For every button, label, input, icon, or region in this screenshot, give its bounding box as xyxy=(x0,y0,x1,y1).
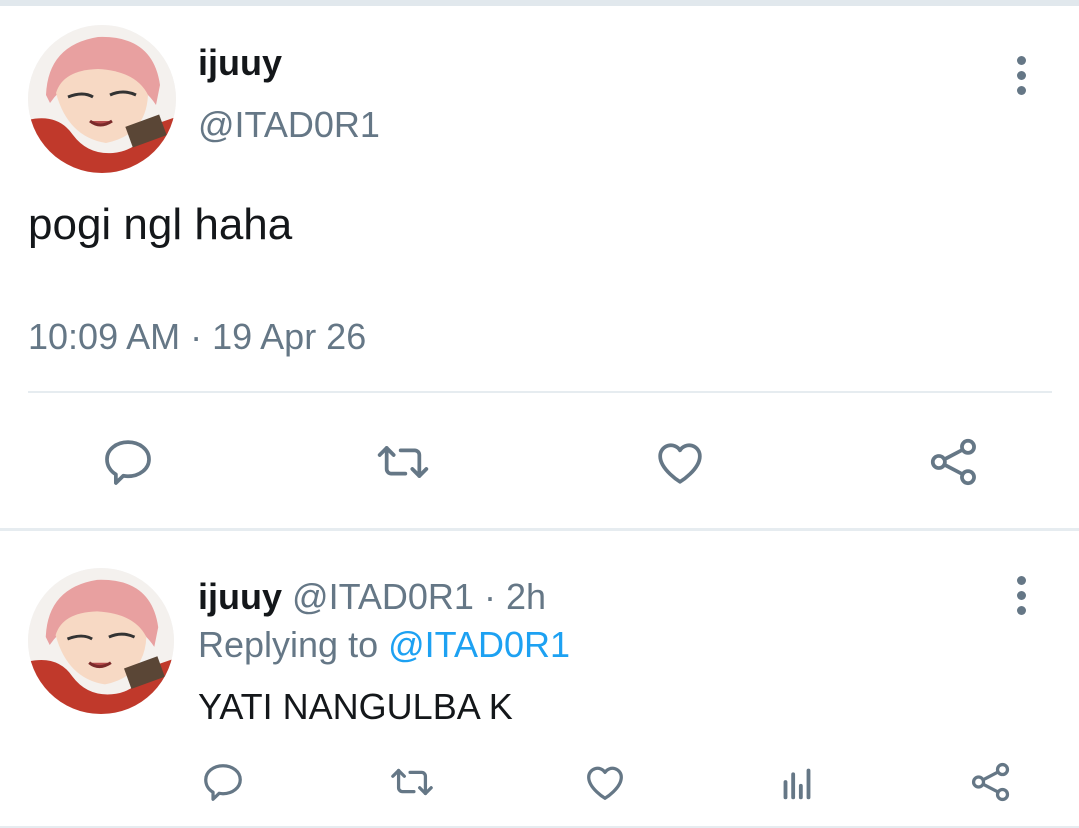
avatar[interactable] xyxy=(28,25,176,173)
tweet-timestamp[interactable]: 10:09 AM · 19 Apr 26 xyxy=(28,316,366,358)
reply-button[interactable] xyxy=(198,756,248,808)
like-icon xyxy=(587,766,623,800)
more-vertical-icon[interactable] xyxy=(1014,56,1028,101)
retweet-button[interactable] xyxy=(368,432,438,492)
replying-to-link[interactable]: @ITAD0R1 xyxy=(388,624,570,665)
retweet-button[interactable] xyxy=(384,756,440,808)
user-handle[interactable]: @ITAD0R1 xyxy=(198,104,380,146)
like-button[interactable] xyxy=(648,432,712,492)
retweet-icon xyxy=(391,768,433,796)
reply-button[interactable] xyxy=(96,432,160,492)
avatar[interactable] xyxy=(28,568,174,714)
replying-to-label: Replying to xyxy=(198,624,379,665)
top-border xyxy=(0,0,1079,6)
share-button[interactable] xyxy=(922,432,986,492)
display-name[interactable]: ijuuy xyxy=(198,576,282,617)
reply-text: YATI NANGULBA K xyxy=(198,686,513,727)
like-button[interactable] xyxy=(580,756,630,808)
reply-icon xyxy=(105,440,151,485)
share-button[interactable] xyxy=(966,756,1016,808)
reply-icon xyxy=(204,764,242,801)
tweet-text: pogi ngl haha xyxy=(28,200,293,249)
tweet-separator xyxy=(0,528,1079,531)
like-icon xyxy=(658,443,702,484)
handle-and-time[interactable]: @ITAD0R1 · 2h xyxy=(292,576,546,617)
share-icon xyxy=(971,762,1010,802)
more-vertical-icon[interactable] xyxy=(1014,576,1028,621)
share-icon xyxy=(930,438,976,486)
reply-header: ijuuy @ITAD0R1 · 2h xyxy=(198,576,546,618)
analytics-button[interactable] xyxy=(774,756,820,808)
divider xyxy=(28,391,1052,393)
display-name[interactable]: ijuuy xyxy=(198,42,282,84)
retweet-icon xyxy=(377,446,429,478)
analytics-icon xyxy=(783,768,811,800)
replying-to: Replying to @ITAD0R1 xyxy=(198,624,570,666)
